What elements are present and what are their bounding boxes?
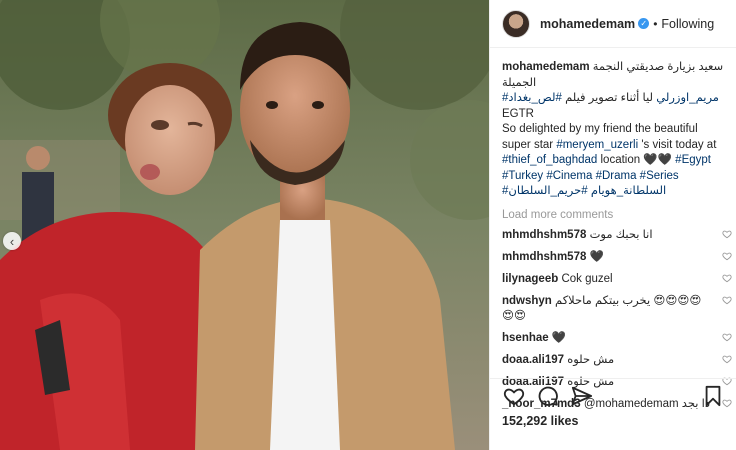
post-actions-bar [490, 378, 736, 412]
caption-tag-drama[interactable]: #Drama [596, 170, 637, 182]
share-button[interactable] [570, 384, 594, 408]
small-heart-icon[interactable] [722, 229, 732, 239]
caption-tag-cinema[interactable]: #Cinema [546, 170, 592, 182]
caption-en-2: 's visit today at [638, 138, 717, 151]
heart-outline-icon [503, 388, 525, 405]
comment-text: Cok guzel [561, 272, 613, 285]
small-heart-icon[interactable] [722, 354, 732, 364]
comment-row: doaa.ali197 مش حلوه [502, 353, 732, 368]
post-photo[interactable]: ‹ [0, 0, 489, 450]
small-heart-icon[interactable] [722, 332, 732, 342]
comment-text: 🖤 [551, 331, 567, 344]
following-button[interactable]: Following [661, 17, 714, 31]
avatar[interactable] [502, 9, 530, 38]
small-heart-icon[interactable] [722, 273, 732, 283]
likes-count[interactable]: 152,292 likes [502, 414, 578, 428]
caption-hearts: 🖤🖤 [643, 154, 672, 166]
caption-tag-turkey[interactable]: #Turkey [502, 170, 543, 182]
chevron-left-icon[interactable]: ‹ [3, 232, 21, 250]
load-more-comments-button[interactable]: Load more comments [502, 209, 725, 221]
caption-en-3: location [597, 154, 644, 166]
comment-text: مش حلوه [567, 353, 615, 366]
caption-egtr: EGTR [502, 107, 534, 120]
comment-row: ndwshyn يخرب بيتكم ماحلاكم 😍😍😍😍 😍😍 [502, 294, 732, 324]
caption-tag-ar4[interactable]: #حريم_السلطان [508, 185, 587, 197]
caption-tag-egypt[interactable]: #Egypt [675, 154, 711, 166]
comment-text: 🖤 [589, 250, 604, 263]
bookmark-icon [705, 385, 721, 406]
caption-mention[interactable]: #meryem_uzerli [556, 139, 638, 151]
post-header: mohamedemam ✓ • Following [490, 0, 736, 48]
caption-tag-thief[interactable]: #thief_of_baghdad [502, 154, 597, 166]
caption-username[interactable]: mohamedemam [502, 61, 590, 73]
comment-row: mhmdhshm578 انا بحبك موت [502, 228, 732, 243]
small-heart-icon[interactable] [722, 295, 732, 305]
like-button[interactable] [502, 384, 526, 408]
caption-tag-series[interactable]: #Series [640, 170, 679, 182]
comment-username[interactable]: doaa.ali197 [502, 354, 564, 366]
save-button[interactable] [701, 384, 725, 408]
comment-row: hsenhae 🖤 [502, 331, 732, 346]
comment-username[interactable]: ndwshyn [502, 295, 552, 307]
speech-bubble-icon [538, 386, 558, 406]
paper-plane-icon [571, 386, 593, 405]
photo-illustration [0, 0, 489, 450]
header-username[interactable]: mohamedemam [540, 17, 635, 31]
comment-username[interactable]: lilynageeb [502, 273, 558, 285]
comment-text: انا بحبك موت [589, 228, 653, 241]
comment-username[interactable]: mhmdhshm578 [502, 229, 586, 241]
comment-row: mhmdhshm578 🖤 [502, 250, 732, 265]
comment-button[interactable] [536, 384, 560, 408]
post-caption: mohamedemam سعيد بزيارة صديقتي النجمة ال… [502, 60, 724, 200]
comment-username[interactable]: hsenhae [502, 332, 549, 344]
instagram-post: ‹ mohamedemam ✓ • Following mohamedemam … [0, 0, 736, 450]
small-heart-icon[interactable] [722, 251, 732, 261]
comment-row: lilynageeb Cok guzel [502, 272, 732, 287]
separator-dot: • [653, 16, 658, 31]
comments-section: mohamedemam سعيد بزيارة صديقتي النجمة ال… [490, 60, 736, 412]
caption-hashtag-ar2[interactable]: #لص_بغداد [508, 92, 562, 104]
verified-badge-icon: ✓ [638, 18, 650, 29]
post-sidebar: mohamedemam ✓ • Following mohamedemam سع… [489, 0, 736, 450]
comment-username[interactable]: mhmdhshm578 [502, 251, 586, 263]
caption-arabic-line2: ليا أثناء تصوير فيلم [565, 92, 654, 104]
